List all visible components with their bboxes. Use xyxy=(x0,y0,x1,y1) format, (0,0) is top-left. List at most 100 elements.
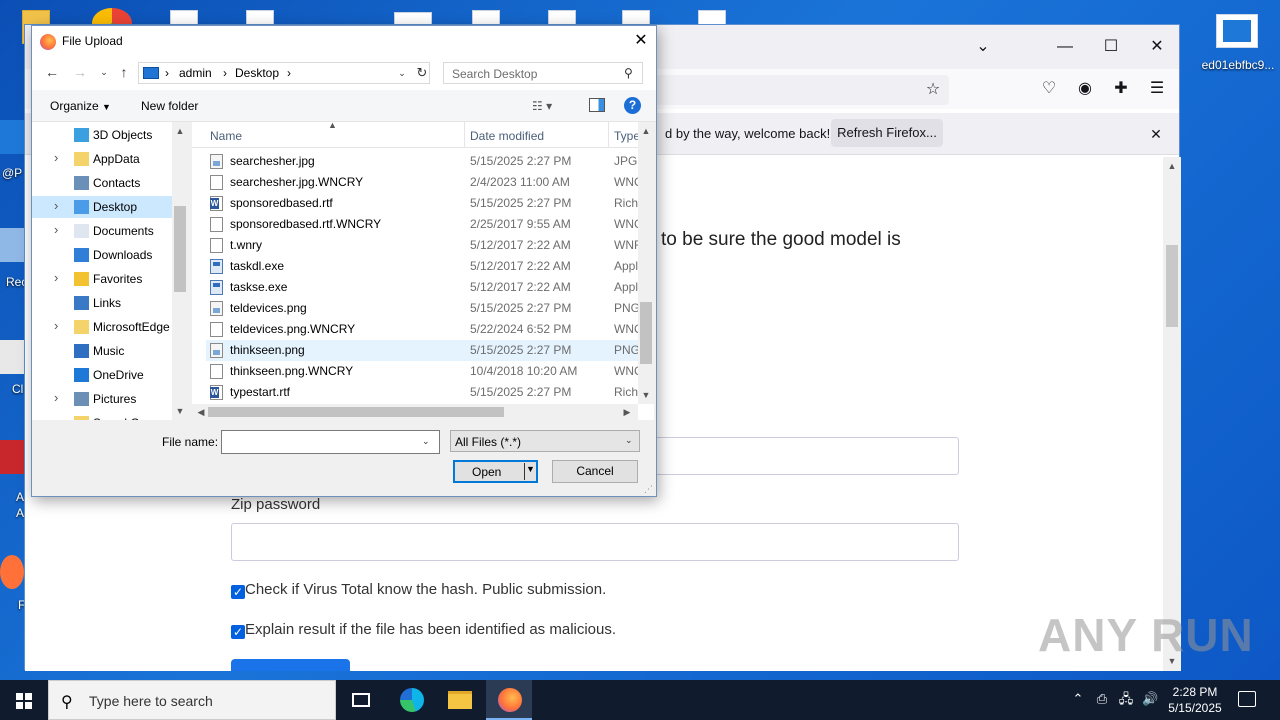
expand-chevron-icon[interactable]: › xyxy=(54,222,58,237)
file-explorer-taskbar-button[interactable] xyxy=(436,680,482,720)
tree-item[interactable]: › Documents xyxy=(32,220,172,242)
address-dropdown-icon[interactable]: ⌄ xyxy=(395,65,409,81)
show-hidden-icons-chevron-icon[interactable]: ⌃ xyxy=(1070,691,1086,707)
page-scrollbar[interactable]: ▲ ▼ xyxy=(1163,157,1181,671)
search-input[interactable]: Search Desktop ⚲ xyxy=(443,62,643,84)
tree-item[interactable]: Downloads xyxy=(32,244,172,266)
new-folder-button[interactable]: New folder xyxy=(141,99,198,113)
notification-center-icon[interactable] xyxy=(1238,691,1256,707)
list-horizontal-scroll-thumb[interactable] xyxy=(208,407,504,417)
preview-pane-icon[interactable] xyxy=(589,98,605,112)
maximize-icon[interactable]: ☐ xyxy=(1099,35,1123,59)
forward-arrow-icon[interactable]: → xyxy=(70,62,90,82)
file-row[interactable]: thinkseen.png.WNCRY 10/4/2018 10:20 AM WNC xyxy=(206,361,638,382)
column-type[interactable]: Type xyxy=(614,129,640,143)
close-icon[interactable]: ✕ xyxy=(630,30,652,52)
explain-checkbox-row[interactable]: ✓ Explain result if the file has been ide… xyxy=(231,621,616,639)
tree-item[interactable]: 3D Objects xyxy=(32,124,172,146)
cancel-button[interactable]: Cancel xyxy=(552,460,638,483)
tree-item[interactable]: › Favorites xyxy=(32,268,172,290)
account-icon[interactable]: ◉ xyxy=(1075,79,1095,99)
refresh-firefox-button[interactable]: Refresh Firefox... xyxy=(831,119,943,147)
back-arrow-icon[interactable]: ← xyxy=(42,62,62,82)
zip-password-input[interactable] xyxy=(231,523,959,561)
column-name[interactable]: Name xyxy=(210,129,242,143)
recent-chevron-down-icon[interactable]: ⌄ xyxy=(94,62,114,82)
search-icon[interactable]: ⚲ xyxy=(624,65,640,81)
open-options-arrow-icon[interactable]: ▼ xyxy=(526,464,535,474)
scroll-right-arrow-icon[interactable]: ▶ xyxy=(620,405,634,419)
volume-icon[interactable]: 🔊 xyxy=(1142,691,1158,707)
file-row[interactable]: teldevices.png.WNCRY 5/22/2024 6:52 PM WNC xyxy=(206,319,638,340)
list-vertical-scrollbar[interactable]: ▲ ▼ xyxy=(638,122,654,404)
tree-item[interactable]: Saved Games xyxy=(32,412,172,420)
scroll-up-arrow-icon[interactable]: ▲ xyxy=(173,124,187,138)
tree-item[interactable]: › Desktop xyxy=(32,196,172,218)
breadcrumb-admin[interactable]: admin xyxy=(179,66,212,80)
close-window-icon[interactable]: ✕ xyxy=(1145,35,1169,59)
scroll-up-arrow-icon[interactable]: ▲ xyxy=(639,124,653,138)
file-type-filter[interactable]: All Files (*.*) ⌄ xyxy=(450,430,640,452)
list-tabs-chevron-icon[interactable]: ⌄ xyxy=(971,35,995,59)
organize-button[interactable]: Organize ▼ xyxy=(50,99,111,113)
scroll-left-arrow-icon[interactable]: ◀ xyxy=(194,405,208,419)
chevron-down-icon[interactable]: ⌄ xyxy=(422,436,430,447)
expand-chevron-icon[interactable]: › xyxy=(54,198,58,213)
expand-chevron-icon[interactable]: › xyxy=(54,150,58,165)
submit-button[interactable] xyxy=(231,659,350,671)
tree-scrollbar[interactable]: ▲ ▼ xyxy=(172,122,188,420)
minimize-icon[interactable]: — xyxy=(1053,35,1077,59)
tree-scroll-thumb[interactable] xyxy=(174,206,186,292)
chevron-down-icon[interactable]: ⌄ xyxy=(625,435,633,446)
firefox-taskbar-button[interactable] xyxy=(486,680,532,720)
column-date-modified[interactable]: Date modified xyxy=(470,129,544,143)
taskbar-search-box[interactable]: ⚲ Type here to search xyxy=(48,680,336,720)
tree-item[interactable]: Contacts xyxy=(32,172,172,194)
bookmark-star-icon[interactable]: ☆ xyxy=(923,80,943,100)
menu-hamburger-icon[interactable]: ☰ xyxy=(1147,79,1167,99)
file-row[interactable]: sponsoredbased.rtf 5/15/2025 2:27 PM Rich xyxy=(206,193,638,214)
start-button[interactable] xyxy=(0,680,48,720)
refresh-icon[interactable]: ↻ xyxy=(415,65,429,81)
breadcrumb-desktop[interactable]: Desktop xyxy=(235,66,279,80)
file-row[interactable]: teldevices.png 5/15/2025 2:27 PM PNG xyxy=(206,298,638,319)
expand-chevron-icon[interactable]: › xyxy=(54,270,58,285)
view-options-icon[interactable]: ☷ ▾ xyxy=(532,96,572,116)
file-row[interactable]: sponsoredbased.rtf.WNCRY 2/25/2017 9:55 A… xyxy=(206,214,638,235)
tree-item[interactable]: OneDrive xyxy=(32,364,172,386)
tree-item[interactable]: Links xyxy=(32,292,172,314)
close-notification-icon[interactable]: ✕ xyxy=(1145,123,1167,145)
network-icon[interactable]: 🖧 xyxy=(1118,691,1134,707)
resize-grip-icon[interactable]: ⋰ xyxy=(644,484,653,495)
address-bar[interactable]: › admin › Desktop › ⌄ ↻ xyxy=(138,62,430,84)
expand-chevron-icon[interactable]: › xyxy=(54,318,58,333)
up-arrow-icon[interactable]: ↑ xyxy=(114,62,134,82)
page-scroll-thumb[interactable] xyxy=(1166,245,1178,327)
virustotal-checkbox-row[interactable]: ✓ Check if Virus Total know the hash. Pub… xyxy=(231,581,606,599)
open-button[interactable]: Open ▼ xyxy=(453,460,538,483)
file-row[interactable]: thinkseen.png 5/15/2025 2:27 PM PNG xyxy=(206,340,638,361)
help-icon[interactable]: ? xyxy=(624,97,641,114)
file-row[interactable]: typestart.rtf 5/15/2025 2:27 PM Rich xyxy=(206,382,638,403)
tree-item[interactable]: Music xyxy=(32,340,172,362)
desktop-partial-icon[interactable] xyxy=(0,555,24,589)
desktop-partial-icon[interactable] xyxy=(0,120,24,154)
checkbox-checked-icon[interactable]: ✓ xyxy=(231,585,245,599)
file-row[interactable]: searchesher.jpg.WNCRY 2/4/2023 11:00 AM WN… xyxy=(206,172,638,193)
system-clock[interactable]: 2:28 PM 5/15/2025 xyxy=(1162,684,1228,716)
scroll-up-arrow-icon[interactable]: ▲ xyxy=(1165,160,1179,172)
task-view-button[interactable] xyxy=(338,680,384,720)
device-icon[interactable]: ⎙ xyxy=(1094,691,1110,707)
file-row[interactable]: t.wnry 5/12/2017 2:22 AM WNF xyxy=(206,235,638,256)
desktop-partial-icon[interactable] xyxy=(0,340,24,374)
file-name-input[interactable]: ⌄ xyxy=(221,430,440,454)
column-divider[interactable] xyxy=(464,122,465,148)
checkbox-checked-icon[interactable]: ✓ xyxy=(231,625,245,639)
column-divider[interactable] xyxy=(608,122,609,148)
list-horizontal-scrollbar[interactable]: ◀ ▶ xyxy=(192,404,638,420)
tree-item[interactable]: › AppData xyxy=(32,148,172,170)
tree-item[interactable]: › MicrosoftEdge xyxy=(32,316,172,338)
file-row[interactable]: searchesher.jpg 5/15/2025 2:27 PM JPG F xyxy=(206,151,638,172)
file-row[interactable]: taskse.exe 5/12/2017 2:22 AM Appl xyxy=(206,277,638,298)
extensions-icon[interactable]: ✚ xyxy=(1111,79,1131,99)
